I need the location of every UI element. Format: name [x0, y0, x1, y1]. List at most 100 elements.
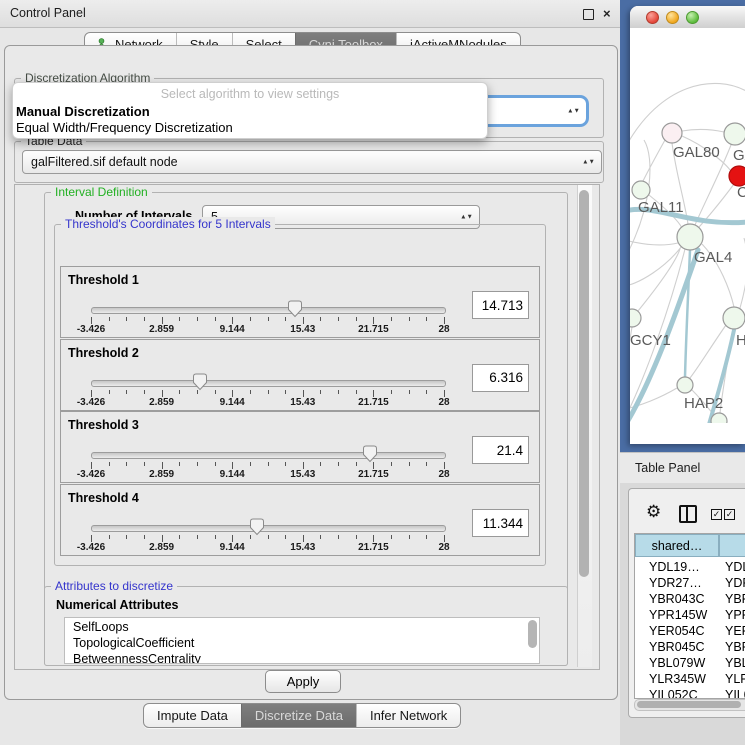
network-node[interactable] — [677, 377, 693, 393]
close-traffic-light[interactable] — [646, 11, 659, 24]
float-window-icon[interactable] — [583, 9, 594, 20]
stepper-icon: ▲▼ — [567, 109, 580, 114]
table-cell[interactable]: YDL1 — [725, 560, 745, 574]
table-column-header[interactable]: shared… — [635, 534, 719, 557]
network-edge — [630, 240, 678, 245]
network-node[interactable] — [632, 181, 650, 199]
table-data-select[interactable]: galFiltered.sif default node ▲▼ — [22, 150, 602, 174]
table-cell[interactable]: YBL0 — [725, 656, 745, 670]
gear-icon[interactable]: ⚙ — [646, 502, 661, 522]
table-cell[interactable]: YER0 — [725, 624, 745, 638]
threshold-slider-track[interactable] — [91, 307, 446, 314]
table-column-header[interactable]: n — [719, 534, 745, 557]
network-node[interactable] — [729, 166, 745, 186]
threshold-value-field[interactable]: 6.316 — [472, 364, 529, 392]
slider-tick — [409, 535, 410, 539]
table-cell[interactable]: YIL052C — [649, 688, 698, 699]
attribute-item[interactable]: BetweennessCentrality — [73, 652, 201, 664]
slider-tick — [338, 462, 339, 466]
network-node[interactable] — [630, 309, 641, 327]
slider-tick — [303, 535, 304, 542]
slider-tick — [268, 317, 269, 321]
attribute-item[interactable]: TopologicalCoefficient — [73, 636, 194, 650]
table-cell[interactable]: YPR145W — [649, 608, 707, 622]
slider-tick — [391, 317, 392, 321]
table-cell[interactable]: YER054C — [649, 624, 705, 638]
threshold-value-field[interactable]: 14.713 — [472, 291, 529, 319]
slider-tick — [126, 535, 127, 539]
slider-tick — [285, 535, 286, 539]
table-cell[interactable]: YBL079W — [649, 656, 705, 670]
network-node[interactable] — [711, 413, 727, 423]
slider-tick — [444, 535, 445, 542]
slider-tick — [338, 535, 339, 539]
node-table[interactable]: shared…n YDL19… YDL1 YDR27… YDR2 YBR043C YBR0 Y… — [634, 533, 745, 699]
network-node[interactable] — [677, 224, 703, 250]
network-canvas[interactable]: GAL80GACGAL11GAL4GCY1HHAP2 — [630, 28, 745, 423]
checkbox-checked-icon[interactable]: ✓ — [711, 509, 722, 520]
slider-tick — [426, 535, 427, 539]
horizontal-scrollbar-thumb[interactable] — [637, 701, 741, 708]
tab-discretize-data[interactable]: Discretize Data — [241, 704, 356, 727]
table-cell[interactable]: YDL19… — [649, 560, 700, 574]
slider-tick — [391, 462, 392, 466]
table-cell[interactable]: YBR045C — [649, 640, 705, 654]
slider-tick — [373, 317, 374, 324]
table-cell[interactable]: YDR2 — [725, 576, 745, 590]
slider-tick — [91, 535, 92, 542]
minimize-traffic-light[interactable] — [666, 11, 679, 24]
network-window-titlebar[interactable] — [630, 6, 745, 29]
table-cell[interactable]: YBR0 — [725, 592, 745, 606]
network-node[interactable] — [662, 123, 682, 143]
table-panel: ⚙ ✓ ✓ shared…n YDL19… YDL1 YDR27… YDR2 YBR043… — [628, 488, 745, 718]
slider-tick — [285, 390, 286, 394]
threshold-slider-track[interactable] — [91, 452, 446, 459]
table-cell[interactable]: YLR345W — [649, 672, 706, 686]
slider-tick — [268, 462, 269, 466]
slider-scale-label: 15.43 — [290, 397, 315, 408]
slider-tick — [179, 535, 180, 539]
slider-scale-label: 2.859 — [149, 397, 174, 408]
slider-tick — [285, 462, 286, 466]
tab-infer-network[interactable]: Infer Network — [356, 704, 460, 727]
threshold-label: Threshold 2 — [68, 346, 139, 360]
popup-option-manual[interactable]: Manual Discretization — [16, 104, 150, 119]
list-scrollbar-thumb[interactable] — [528, 620, 537, 648]
close-icon[interactable]: × — [603, 7, 611, 20]
threshold-slider-track[interactable] — [91, 525, 446, 532]
table-cell[interactable]: YBR043C — [649, 592, 705, 606]
threshold-slider-thumb[interactable] — [362, 445, 378, 463]
tab-impute-data[interactable]: Impute Data — [144, 704, 241, 727]
horizontal-scrollbar-track[interactable] — [634, 699, 745, 711]
slider-scale-label: 28 — [438, 542, 449, 553]
checkbox-checked-icon[interactable]: ✓ — [724, 509, 735, 520]
tab-label: Impute Data — [157, 708, 228, 723]
vertical-scrollbar-thumb[interactable] — [579, 190, 589, 577]
network-edge — [638, 249, 680, 311]
popup-option-equal-width[interactable]: Equal Width/Frequency Discretization — [16, 120, 233, 135]
attribute-item[interactable]: SelfLoops — [73, 620, 129, 634]
network-edge — [643, 140, 665, 181]
threshold-slider-thumb[interactable] — [249, 518, 265, 536]
network-node[interactable] — [723, 307, 745, 329]
slider-tick — [109, 462, 110, 466]
threshold-slider-thumb[interactable] — [287, 300, 303, 318]
threshold-slider-track[interactable] — [91, 380, 446, 387]
apply-button[interactable]: Apply — [265, 670, 341, 693]
table-cell[interactable]: YIL0 — [725, 688, 745, 699]
table-cell[interactable]: YPR1 — [725, 608, 745, 622]
threshold-value-field[interactable]: 11.344 — [472, 509, 529, 537]
table-cell[interactable]: YDR27… — [649, 576, 702, 590]
numerical-attributes-list[interactable]: SelfLoops TopologicalCoefficient Betweenne… — [64, 617, 540, 664]
network-node[interactable] — [724, 123, 745, 145]
threshold-slider-thumb[interactable] — [192, 373, 208, 391]
table-cell[interactable]: YBR0 — [725, 640, 745, 654]
threshold-value-field[interactable]: 21.4 — [472, 436, 529, 464]
slider-tick — [320, 535, 321, 539]
split-columns-icon[interactable] — [679, 505, 697, 523]
slider-tick — [303, 317, 304, 324]
table-cell[interactable]: YLR3 — [725, 672, 745, 686]
slider-scale-label: 21.715 — [358, 469, 389, 480]
slider-tick — [179, 317, 180, 321]
zoom-traffic-light[interactable] — [686, 11, 699, 24]
